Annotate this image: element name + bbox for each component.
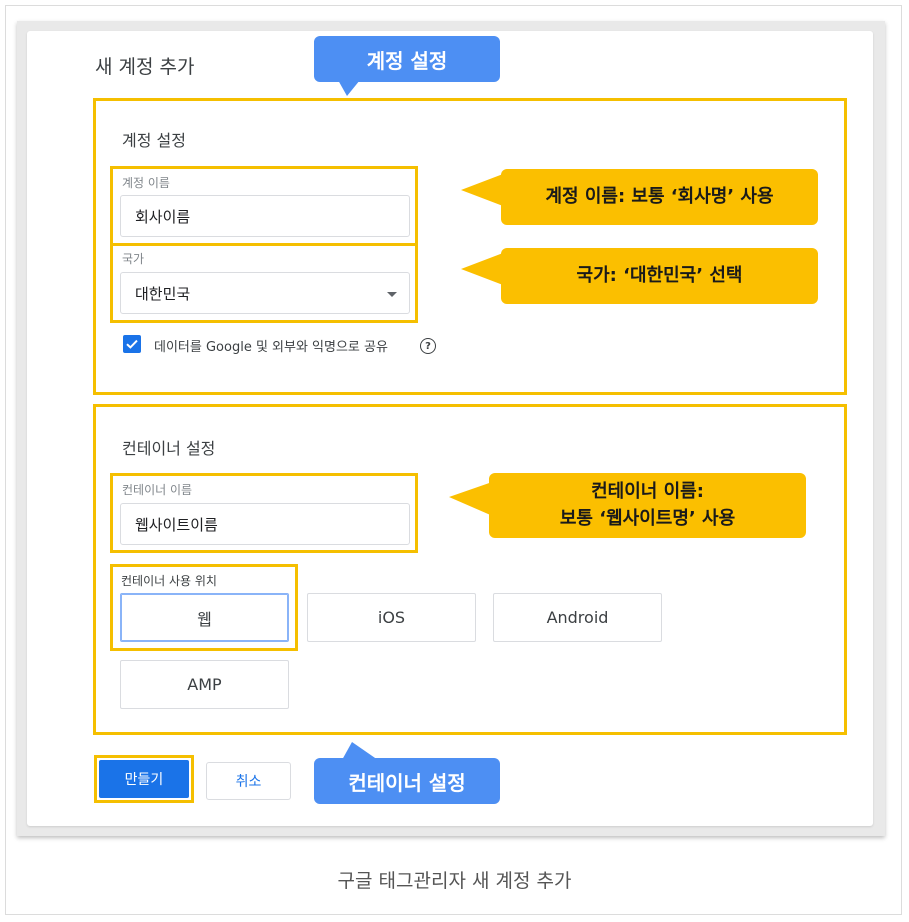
checkmark-icon [126, 339, 138, 349]
container-settings-callout: 컨테이너 설정 [314, 758, 500, 804]
country-callout: 국가: ‘대한민국’ 선택 [501, 248, 818, 304]
share-data-label: 데이터를 Google 및 외부와 익명으로 공유 [154, 340, 388, 355]
dropdown-arrow-icon [387, 292, 397, 297]
dialog-title: 새 계정 추가 [95, 56, 195, 78]
usage-option-web[interactable]: 웹 [120, 593, 289, 642]
usage-option-amp[interactable]: AMP [120, 660, 289, 709]
cancel-button[interactable]: 취소 [206, 762, 291, 800]
container-name-label: 컨테이너 이름 [122, 483, 193, 497]
container-name-callout-line1: 컨테이너 이름: [591, 481, 704, 503]
account-settings-callout: 계정 설정 [314, 36, 500, 82]
account-name-input[interactable]: 회사이름 [120, 195, 410, 237]
container-name-input[interactable]: 웹사이트이름 [120, 503, 410, 545]
country-select[interactable]: 대한민국 [120, 272, 410, 314]
container-name-callout: 컨테이너 이름: 보통 ‘웹사이트명’ 사용 [489, 473, 806, 538]
container-usage-label: 컨테이너 사용 위치 [121, 574, 217, 588]
account-name-callout: 계정 이름: 보통 ‘회사명’ 사용 [501, 169, 818, 225]
share-data-checkbox[interactable] [123, 335, 141, 353]
container-section-title: 컨테이너 설정 [122, 439, 216, 458]
country-select-value: 대한민국 [135, 284, 191, 303]
create-button[interactable]: 만들기 [99, 760, 189, 798]
container-name-callout-line2: 보통 ‘웹사이트명’ 사용 [559, 507, 736, 529]
help-icon[interactable]: ? [420, 338, 436, 354]
account-section-title: 계정 설정 [122, 131, 186, 150]
account-name-label: 계정 이름 [122, 176, 170, 190]
country-label: 국가 [122, 252, 145, 266]
figure-caption: 구글 태그관리자 새 계정 추가 [337, 870, 572, 892]
usage-option-ios[interactable]: iOS [307, 593, 476, 642]
usage-option-android[interactable]: Android [493, 593, 662, 642]
